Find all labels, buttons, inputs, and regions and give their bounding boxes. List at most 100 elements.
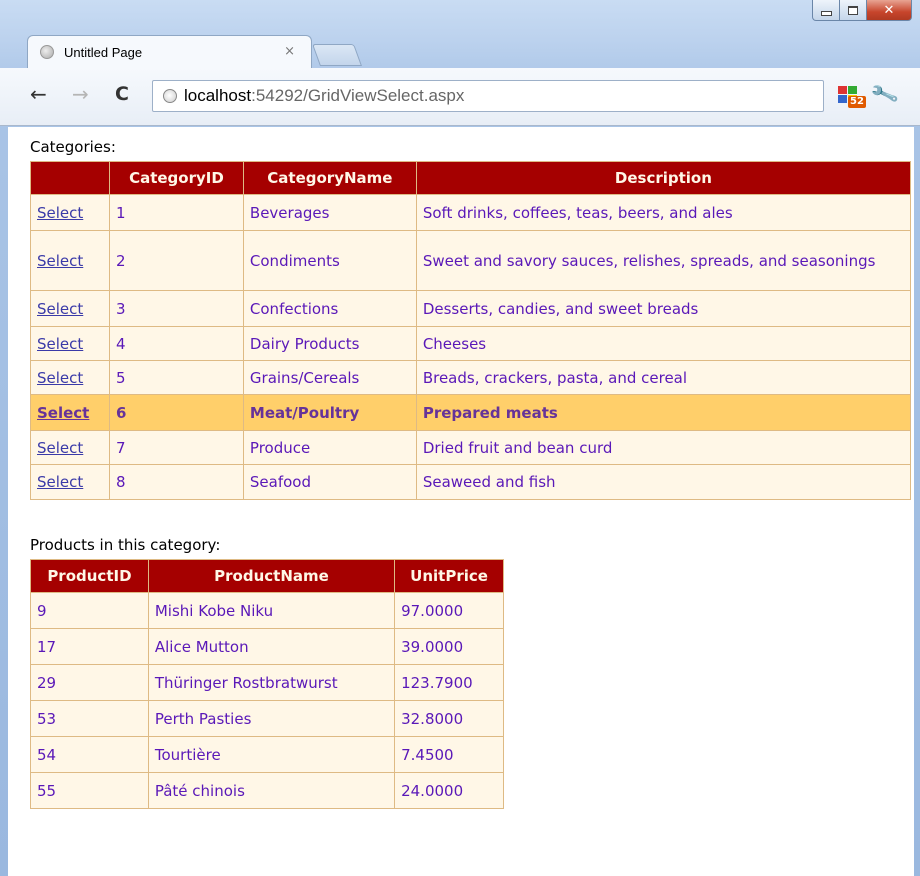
product-row: 55 Pâté chinois 24.0000: [30, 772, 504, 809]
category-id-cell: 5: [108, 360, 244, 395]
globe-icon: [40, 45, 54, 59]
unit-price-cell: 123.7900: [394, 664, 504, 701]
product-row: 17 Alice Mutton 39.0000: [30, 628, 504, 665]
select-cell: Select: [30, 430, 110, 465]
category-description-cell: Prepared meats: [415, 394, 912, 431]
unit-price-cell: 97.0000: [394, 592, 504, 629]
product-row: 29 Thüringer Rostbratwurst 123.7900: [30, 664, 504, 701]
back-arrow-icon[interactable]: ←: [30, 84, 47, 104]
product-name-cell: Mishi Kobe Niku: [147, 592, 396, 629]
reload-icon[interactable]: C: [115, 84, 129, 104]
category-id-cell: 4: [108, 326, 244, 361]
product-name-cell: Thüringer Rostbratwurst: [147, 664, 396, 701]
page-icon: [163, 89, 177, 103]
select-link[interactable]: Select: [37, 204, 83, 222]
product-id-cell: 55: [30, 772, 149, 809]
minimize-button[interactable]: [812, 0, 840, 21]
browser-window: ✕ Untitled Page × ← → C localhost:54292/…: [0, 0, 920, 876]
close-icon: ✕: [883, 2, 895, 18]
category-row: Select 8 Seafood Seaweed and fish: [30, 464, 912, 500]
select-cell: Select: [30, 394, 110, 431]
maximize-button[interactable]: [840, 0, 867, 21]
category-description-cell: Dried fruit and bean curd: [415, 430, 912, 465]
category-row: Select 3 Confections Desserts, candies, and…: [30, 290, 912, 327]
select-cell: Select: [30, 194, 110, 231]
tab-close-icon[interactable]: ×: [284, 44, 295, 59]
product-row: 54 Tourtière 7.4500: [30, 736, 504, 773]
new-tab-button[interactable]: [311, 44, 363, 66]
url-path: :54292/GridViewSelect.aspx: [251, 86, 465, 105]
browser-toolbar: ← → C localhost:54292/GridViewSelect.asp…: [0, 68, 920, 126]
category-id-cell: 2: [108, 230, 244, 291]
product-name-cell: Pâté chinois: [147, 772, 396, 809]
maximize-icon: [848, 5, 858, 15]
category-id-cell: 6: [108, 394, 244, 431]
categories-grid: CategoryID CategoryName Description Sele…: [30, 161, 912, 500]
category-row: Select 7 Produce Dried fruit and bean curd: [30, 430, 912, 465]
select-link[interactable]: Select: [37, 473, 83, 491]
category-name-cell: Grains/Cereals: [242, 360, 417, 395]
unit-price-cell: 24.0000: [394, 772, 504, 809]
category-row: Select 1 Beverages Soft drinks, coffees, te…: [30, 194, 912, 231]
product-id-cell: 17: [30, 628, 149, 665]
product-name-cell: Tourtière: [147, 736, 396, 773]
productid-column-header: ProductID: [30, 559, 149, 593]
select-cell: Select: [30, 464, 110, 500]
products-header-row: ProductID ProductName UnitPrice: [30, 559, 504, 593]
productname-column-header: ProductName: [147, 559, 396, 593]
category-description-cell: Sweet and savory sauces, relishes, sprea…: [415, 230, 912, 291]
extension-badge: 52: [848, 96, 866, 108]
category-description-cell: Soft drinks, coffees, teas, beers, and a…: [415, 194, 912, 231]
product-id-cell: 54: [30, 736, 149, 773]
description-column-header: Description: [415, 161, 912, 195]
categories-caption: Categories:: [30, 138, 116, 156]
select-link[interactable]: Select: [37, 300, 83, 318]
category-id-cell: 8: [108, 464, 244, 500]
category-description-cell: Desserts, candies, and sweet breads: [415, 290, 912, 327]
products-grid: ProductID ProductName UnitPrice 9 Mishi K…: [30, 559, 504, 809]
categories-header-row: CategoryID CategoryName Description: [30, 161, 912, 195]
product-row: 53 Perth Pasties 32.8000: [30, 700, 504, 737]
product-name-cell: Alice Mutton: [147, 628, 396, 665]
select-link[interactable]: Select: [37, 252, 83, 270]
title-bar: ✕: [0, 0, 920, 40]
page-content: Categories: CategoryID CategoryName Desc…: [8, 127, 914, 876]
product-row: 9 Mishi Kobe Niku 97.0000: [30, 592, 504, 629]
forward-arrow-icon[interactable]: →: [72, 84, 89, 104]
select-cell: Select: [30, 326, 110, 361]
product-id-cell: 9: [30, 592, 149, 629]
category-id-cell: 7: [108, 430, 244, 465]
category-description-cell: Seaweed and fish: [415, 464, 912, 500]
category-row: Select 5 Grains/Cereals Breads, crackers, p…: [30, 360, 912, 395]
url-text[interactable]: localhost:54292/GridViewSelect.aspx: [184, 86, 464, 106]
extension-icon[interactable]: 52: [838, 86, 866, 108]
select-cell: Select: [30, 290, 110, 327]
select-link[interactable]: Select: [37, 369, 83, 387]
product-id-cell: 29: [30, 664, 149, 701]
category-name-cell: Produce: [242, 430, 417, 465]
category-row: Select 2 Condiments Sweet and savory sauces…: [30, 230, 912, 291]
category-id-cell: 1: [108, 194, 244, 231]
select-link[interactable]: Select: [37, 335, 83, 353]
unit-price-cell: 7.4500: [394, 736, 504, 773]
close-window-button[interactable]: ✕: [867, 0, 912, 21]
product-name-cell: Perth Pasties: [147, 700, 396, 737]
minimize-icon: [820, 10, 832, 16]
browser-tab[interactable]: Untitled Page ×: [27, 35, 312, 69]
address-bar[interactable]: localhost:54292/GridViewSelect.aspx: [152, 80, 824, 112]
select-link[interactable]: Select: [37, 439, 83, 457]
select-column-header: [30, 161, 110, 195]
category-name-cell: Seafood: [242, 464, 417, 500]
wrench-icon[interactable]: 🔧: [869, 78, 901, 109]
category-name-cell: Condiments: [242, 230, 417, 291]
category-name-cell: Confections: [242, 290, 417, 327]
category-description-cell: Breads, crackers, pasta, and cereal: [415, 360, 912, 395]
select-link[interactable]: Select: [37, 404, 89, 422]
categoryname-column-header: CategoryName: [242, 161, 417, 195]
category-description-cell: Cheeses: [415, 326, 912, 361]
select-cell: Select: [30, 230, 110, 291]
category-name-cell: Meat/Poultry: [242, 394, 417, 431]
tab-title: Untitled Page: [64, 45, 143, 60]
categoryid-column-header: CategoryID: [108, 161, 244, 195]
window-controls: ✕: [812, 0, 912, 21]
